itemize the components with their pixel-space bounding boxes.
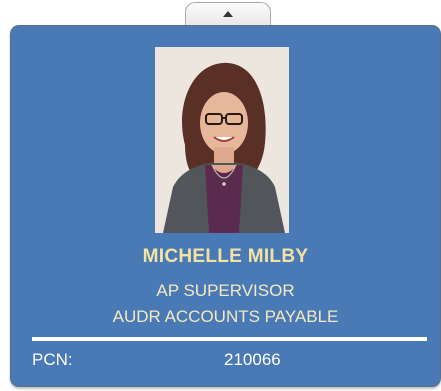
employee-title: AP SUPERVISOR	[156, 281, 295, 300]
pcn-label: PCN:	[32, 350, 73, 369]
employee-photo	[155, 47, 289, 233]
employee-card: MICHELLE MILBY AP SUPERVISOR AUDR ACCOUN…	[10, 25, 441, 387]
employee-name: MICHELLE MILBY	[142, 246, 309, 267]
employee-photo-image	[155, 47, 289, 233]
pcn-value: 210066	[224, 350, 281, 369]
employee-department: AUDR ACCOUNTS PAYABLE	[112, 307, 339, 326]
divider	[32, 337, 427, 341]
chevron-up-icon	[223, 11, 233, 17]
